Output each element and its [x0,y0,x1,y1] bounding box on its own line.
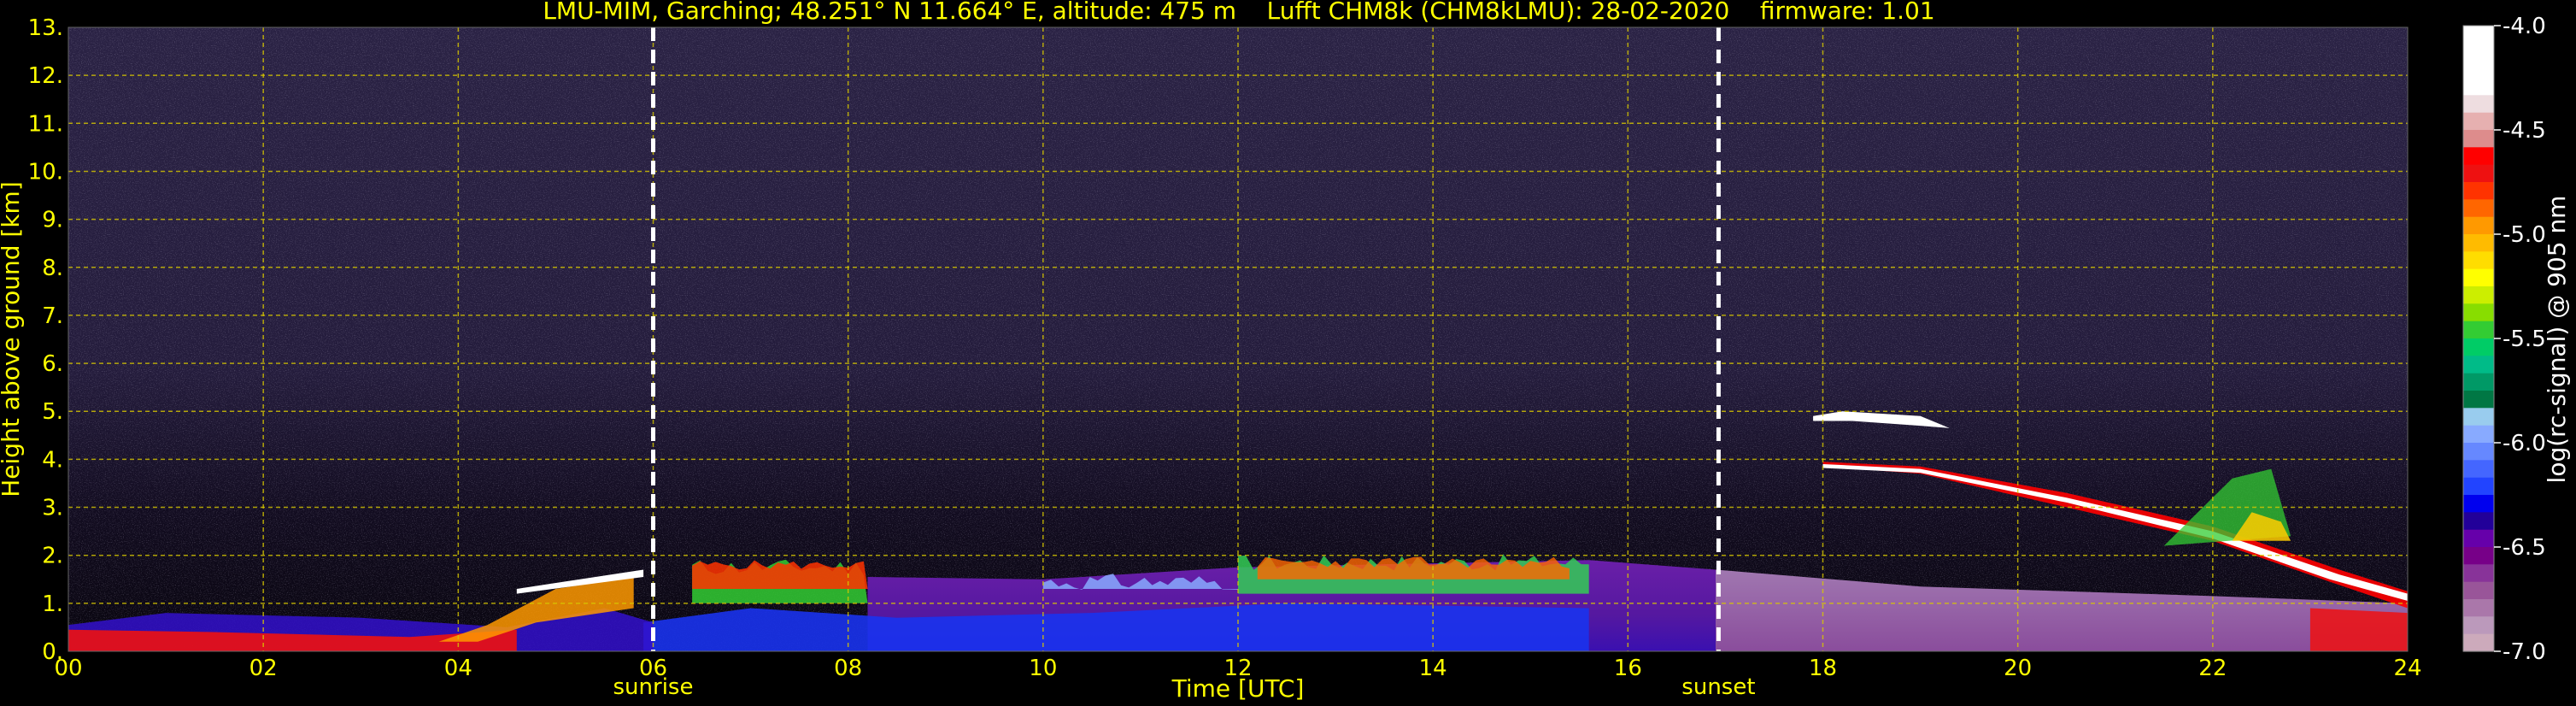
y-tick-label: 12. [28,63,63,89]
colorbar [2462,25,2495,652]
colorbar-swatch [2463,182,2494,200]
y-tick-label: 6. [42,351,63,377]
colorbar-label: log(rc-signal) @ 905 nm [2543,196,2571,484]
colorbar-ticks: -4.0 -4.5 -5.0 -5.5 -6.0 -6.5 -7.0 [2494,14,2546,665]
colorbar-swatch [2463,356,2494,374]
colorbar-swatch [2463,286,2494,304]
y-tick-label: 10. [28,159,63,185]
colorbar-swatch [2463,633,2494,652]
y-tick-label: 2. [42,544,63,569]
x-tick-label: 14 [1419,656,1447,681]
colorbar-swatch [2463,303,2494,322]
colorbar-swatch [2463,234,2494,252]
colorbar-tick-label: -4.0 [2503,14,2546,39]
x-tick-label: 16 [1614,656,1642,681]
colorbar-tick-label: -4.5 [2503,118,2546,144]
y-tick-label: 8. [42,256,63,281]
y-tick-label: 3. [42,496,63,521]
colorbar-swatch [2463,112,2494,131]
chart-title: LMU-MIM, Garching; 48.251° N 11.664° E, … [543,0,1934,25]
x-tick-label: 22 [2198,656,2227,681]
colorbar-swatch [2463,616,2494,635]
colorbar-swatch [2463,60,2494,79]
colorbar-swatch [2463,529,2494,548]
colorbar-swatch [2463,164,2494,183]
y-tick-label: 13. [28,15,63,41]
colorbar-swatch [2463,26,2494,44]
x-tick-label: 24 [2393,656,2421,681]
colorbar-tick-label: -6.0 [2503,431,2546,456]
colorbar-tick-label: -5.5 [2503,327,2546,352]
colorbar-swatch [2463,581,2494,600]
colorbar-swatch [2463,391,2494,409]
y-tick-label: 11. [28,111,63,137]
colorbar-tick-label: -6.5 [2503,535,2546,561]
colorbar-swatch [2463,460,2494,479]
colorbar-swatch [2463,443,2494,461]
y-tick-label: 9. [42,208,63,233]
x-axis-label: Time [UTC] [1171,674,1305,703]
colorbar-swatch [2463,338,2494,356]
colorbar-swatch [2463,130,2494,148]
y-tick-label: 5. [42,399,63,425]
colorbar-swatch [2463,408,2494,427]
colorbar-swatch [2463,78,2494,96]
colorbar-swatch [2463,43,2494,62]
x-tick-label: 02 [249,656,278,681]
colorbar-swatch [2463,547,2494,565]
colorbar-swatch [2463,216,2494,235]
x-tick-label: 00 [54,656,82,681]
event-label-sunrise: sunrise [613,674,694,700]
x-tick-label: 20 [2004,656,2032,681]
y-tick-label: 7. [42,303,63,329]
x-tick-label: 08 [834,656,862,681]
ceilometer-chart: LMU-MIM, Garching; 48.251° N 11.664° E, … [0,0,2571,703]
x-tick-label: 10 [1029,656,1057,681]
colorbar-swatch [2463,251,2494,270]
colorbar-tick-label: -5.0 [2503,222,2546,248]
colorbar-swatch [2463,599,2494,617]
colorbar-swatch [2463,512,2494,531]
evening-surface-red [2309,608,2408,651]
colorbar-swatch [2463,373,2494,391]
colorbar-swatch [2463,147,2494,166]
colorbar-swatch [2463,321,2494,339]
colorbar-swatch [2463,425,2494,444]
y-tick-label: 4. [42,447,63,473]
x-tick-label: 04 [444,656,472,681]
event-label-sunset: sunset [1681,674,1755,700]
colorbar-swatch [2463,564,2494,583]
colorbar-tick-label: -7.0 [2503,639,2546,665]
colorbar-swatch [2463,268,2494,287]
y-axis: 0.1.2.3.4.5.6.7.8.9.10.11.12.13. [28,15,63,665]
colorbar-swatch [2463,95,2494,114]
x-tick-label: 18 [1809,656,1837,681]
colorbar-swatch [2463,477,2494,496]
colorbar-swatch [2463,199,2494,218]
y-axis-label: Height above ground [km] [0,181,25,497]
y-tick-label: 1. [42,591,63,617]
colorbar-swatch [2463,495,2494,513]
plot-area [68,27,2408,651]
